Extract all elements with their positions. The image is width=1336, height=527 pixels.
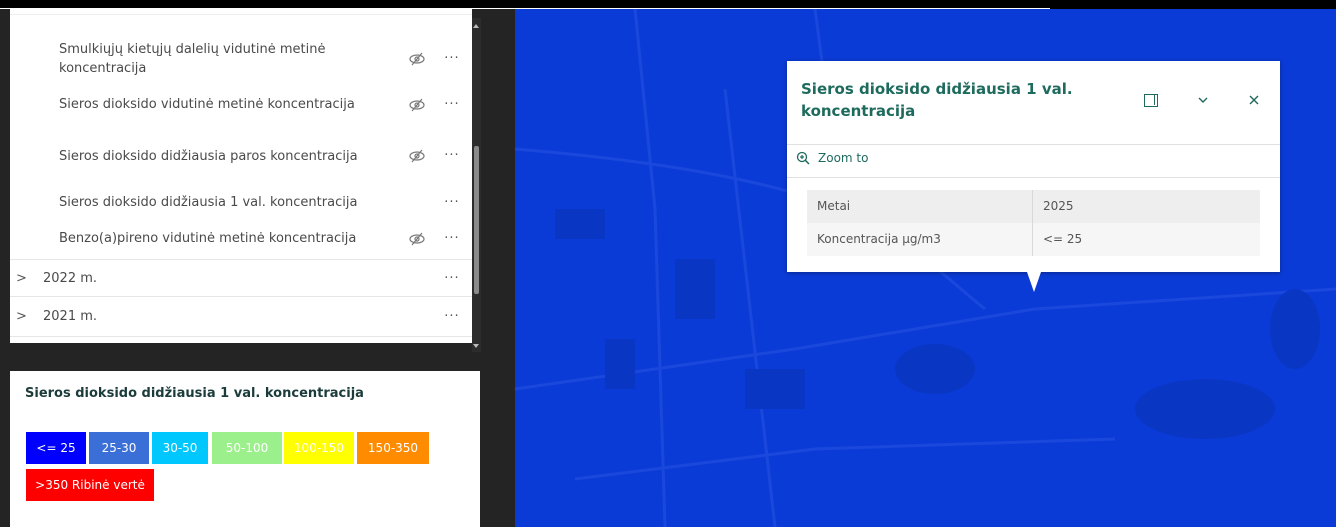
- chevron-right-icon[interactable]: >: [16, 307, 27, 326]
- more-options-icon[interactable]: ···: [443, 49, 461, 68]
- group-label: 2021 m.: [43, 309, 98, 324]
- layer-label: Smulkiųjų kietųjų dalelių vidutinė metin…: [59, 42, 326, 76]
- visibility-off-icon[interactable]: [408, 97, 426, 113]
- legend-panel: Sieros dioksido didžiausia 1 val. koncen…: [10, 371, 480, 527]
- top-edge: [0, 0, 1336, 9]
- legend-swatch-100-150: 100-150: [284, 432, 354, 464]
- app-window: Smulkiųjų kietųjų dalelių vidutinė metin…: [0, 0, 1336, 527]
- visibility-off-icon[interactable]: [408, 231, 426, 247]
- layer-list: Smulkiųjų kietųjų dalelių vidutinė metin…: [10, 9, 472, 343]
- group-row-2022[interactable]: > 2022 m. ···: [10, 259, 472, 297]
- divider: [787, 177, 1280, 178]
- layer-row-so2-1val[interactable]: Sieros dioksido didžiausia 1 val. koncen…: [10, 191, 472, 215]
- visibility-off-icon[interactable]: [408, 51, 426, 67]
- layer-row-so2-paros[interactable]: Sieros dioksido didžiausia paros koncent…: [10, 134, 472, 178]
- column-separator: [1032, 223, 1033, 256]
- legend-swatch-150-350: 150-350: [357, 432, 429, 464]
- scroll-thumb[interactable]: [474, 146, 479, 294]
- scroll-up-icon[interactable]: [473, 24, 479, 28]
- attribute-value: <= 25: [1043, 232, 1083, 246]
- zoom-to-label: Zoom to: [818, 151, 869, 165]
- layer-list-scrollbar[interactable]: [472, 18, 481, 352]
- attribute-row: Koncentracija µg/m3 <= 25: [807, 223, 1260, 256]
- popup-title: Sieros dioksido didžiausia 1 val. koncen…: [801, 80, 1073, 120]
- dock-icon[interactable]: [1144, 94, 1158, 107]
- layer-row-cutoff: [10, 9, 472, 15]
- divider: [787, 144, 1280, 145]
- scroll-down-icon[interactable]: [473, 344, 479, 348]
- group-label: 2022 m.: [43, 271, 98, 286]
- layer-label: Sieros dioksido didžiausia 1 val. koncen…: [59, 195, 358, 210]
- legend-title: Sieros dioksido didžiausia 1 val. koncen…: [25, 386, 364, 401]
- attribute-row: Metai 2025: [807, 190, 1260, 223]
- more-options-icon[interactable]: ···: [443, 95, 461, 114]
- more-options-icon[interactable]: ···: [443, 193, 461, 212]
- legend-swatch-le25: <= 25: [26, 432, 86, 464]
- layer-row-so2-vidutine[interactable]: Sieros dioksido vidutinė metinė koncentr…: [10, 93, 472, 117]
- popup-pointer: [1027, 272, 1041, 292]
- more-options-icon[interactable]: ···: [443, 269, 461, 288]
- layer-label: Sieros dioksido vidutinė metinė koncentr…: [59, 97, 355, 112]
- chevron-right-icon[interactable]: >: [16, 269, 27, 288]
- more-options-icon[interactable]: ···: [443, 229, 461, 248]
- legend-swatch-25-30: 25-30: [89, 432, 149, 464]
- chevron-down-icon[interactable]: [1196, 93, 1210, 107]
- zoom-to-button[interactable]: Zoom to: [796, 151, 868, 165]
- legend-swatch-gt350: >350 Ribinė vertė: [26, 469, 154, 501]
- attribute-key: Koncentracija µg/m3: [817, 232, 941, 246]
- layer-row-benzo[interactable]: Benzo(a)pireno vidutinė metinė koncentra…: [10, 227, 472, 251]
- close-icon[interactable]: [1247, 93, 1261, 107]
- legend-swatch-50-100: 50-100: [212, 432, 282, 464]
- layer-row-kietuju-daleliu[interactable]: Smulkiųjų kietųjų dalelių vidutinė metin…: [10, 37, 472, 81]
- attribute-value: 2025: [1043, 199, 1074, 213]
- zoom-in-icon: [796, 151, 810, 165]
- layer-label: Benzo(a)pireno vidutinė metinė koncentra…: [59, 231, 357, 246]
- group-row-2021[interactable]: > 2021 m. ···: [10, 297, 472, 337]
- layer-label: Sieros dioksido didžiausia paros koncent…: [59, 148, 358, 164]
- attribute-key: Metai: [817, 199, 851, 213]
- more-options-icon[interactable]: ···: [443, 146, 461, 165]
- visibility-off-icon[interactable]: [408, 148, 426, 164]
- legend-swatch-30-50: 30-50: [152, 432, 208, 464]
- column-separator: [1032, 190, 1033, 223]
- more-options-icon[interactable]: ···: [443, 307, 461, 326]
- feature-popup: Sieros dioksido didžiausia 1 val. koncen…: [787, 61, 1280, 272]
